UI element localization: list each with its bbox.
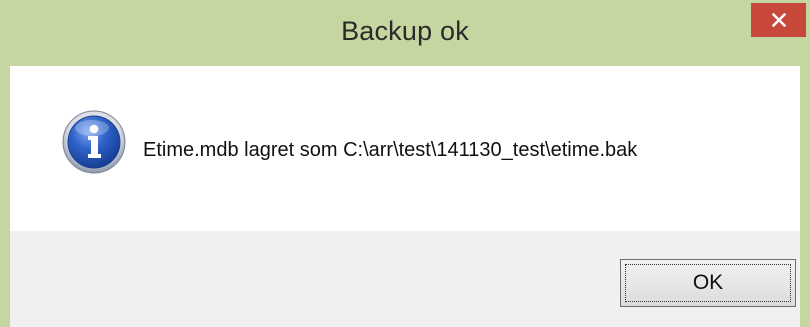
dialog-body: Etime.mdb lagret som C:\arr\test\141130_… xyxy=(10,66,800,327)
close-button[interactable] xyxy=(751,3,806,37)
ok-button-label: OK xyxy=(625,264,791,302)
info-icon xyxy=(62,110,126,174)
message-area: Etime.mdb lagret som C:\arr\test\141130_… xyxy=(10,66,800,231)
button-bar: OK xyxy=(10,231,800,327)
titlebar: Backup ok xyxy=(0,0,810,66)
message-text: Etime.mdb lagret som C:\arr\test\141130_… xyxy=(143,139,638,161)
ok-button[interactable]: OK xyxy=(620,259,796,307)
window-title: Backup ok xyxy=(341,16,469,46)
message-dialog: Backup ok Etime.mdb lagret som C:\arr\te… xyxy=(0,0,810,327)
close-icon xyxy=(771,13,786,27)
